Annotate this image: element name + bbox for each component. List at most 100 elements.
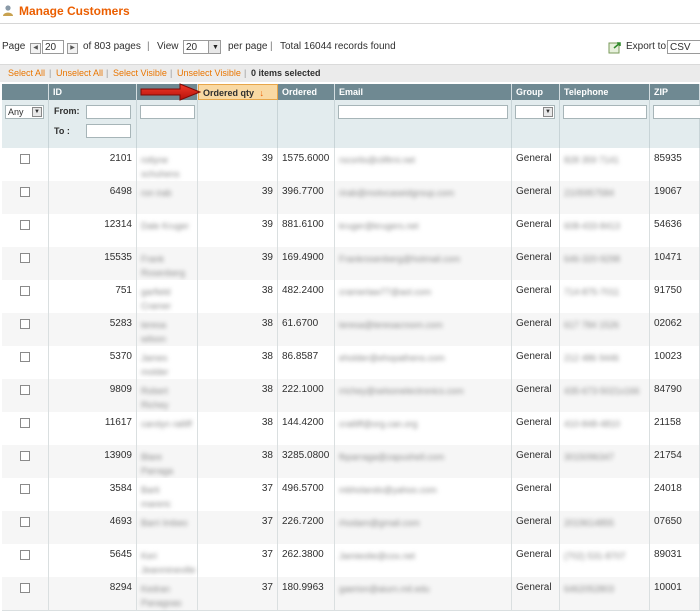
name-filter-input[interactable]	[140, 105, 195, 119]
row-checkbox[interactable]	[20, 220, 30, 230]
table-row[interactable]: 751 garfield Cramer 38 482.2400 cramerlaw77@a…	[2, 280, 700, 314]
table-row[interactable]: 8294 Kedran Panagoas 37 180.9963 gaerion@aiur…	[2, 577, 700, 611]
row-checkbox[interactable]	[20, 253, 30, 263]
prev-page-button[interactable]: ◀	[30, 43, 41, 54]
cell-group-text: General	[516, 153, 552, 164]
row-checkbox[interactable]	[20, 319, 30, 329]
row-checkbox[interactable]	[20, 517, 30, 527]
row-checkbox[interactable]	[20, 286, 30, 296]
id-from-input[interactable]	[86, 105, 131, 119]
cell-name-text: rotlyne	[141, 155, 169, 165]
cell-id: 2101	[49, 148, 137, 181]
cell-ordered-text: 1575.6000	[282, 153, 330, 164]
column-header-id[interactable]: ID	[49, 84, 137, 100]
cell-qty: 39	[198, 181, 278, 214]
cell-qty-text: 38	[261, 285, 273, 296]
cell-group: General	[512, 214, 560, 247]
id-to-input[interactable]	[86, 124, 131, 138]
cell-email-text: cramerlaw77@aol.com	[339, 287, 432, 297]
cell-id-text: 9809	[109, 384, 132, 395]
cell-tel-text: (702) 531-8707	[564, 551, 626, 561]
cell-name-text: ron irab	[141, 188, 172, 198]
cell-massaction	[2, 379, 49, 412]
massaction-filter-select[interactable]: Any ▼	[5, 105, 44, 119]
table-row[interactable]: 6498 ron irab 39 396.7700 rirab@motvcaseidgr…	[2, 181, 700, 215]
cell-name: Keri Jeanmineville	[137, 544, 198, 577]
cell-name: rotlyne schuhens	[137, 148, 198, 181]
filter-cell-group: ▼	[512, 100, 560, 148]
cell-name-text: carolyn ratliff	[141, 419, 192, 429]
unselect-visible-link[interactable]: Unselect Visible	[177, 68, 241, 78]
cell-name-text: Kedran	[141, 584, 171, 594]
column-header-email[interactable]: Email	[335, 84, 512, 100]
cell-group-text: General	[516, 450, 552, 461]
column-header-ordered-qty-label: Ordered qty	[203, 88, 255, 98]
filter-cell-name	[137, 100, 198, 148]
page-input[interactable]: 20	[42, 40, 64, 54]
telephone-filter-input[interactable]	[563, 105, 647, 119]
table-row[interactable]: 5645 Keri Jeanmineville 37 262.3800 Jamieolie…	[2, 544, 700, 578]
cell-tel-text: 828 359 7141	[564, 155, 620, 165]
select-all-link[interactable]: Select All	[8, 68, 45, 78]
table-row[interactable]: 13909 Blare Parraga 38 3285.0800 fbparraga@za…	[2, 445, 700, 479]
cell-group-text: General	[516, 582, 552, 593]
row-checkbox[interactable]	[20, 385, 30, 395]
row-checkbox[interactable]	[20, 451, 30, 461]
table-row[interactable]: 5370 James molder 38 86.8587 eholder@ehopathe…	[2, 346, 700, 380]
cell-group: General	[512, 445, 560, 478]
table-row[interactable]: 3584 Barti mareric 37 496.5700 mbholando@yaho…	[2, 478, 700, 512]
row-checkbox[interactable]	[20, 484, 30, 494]
cell-name-text-line2: schuhens	[141, 169, 180, 179]
unselect-all-link[interactable]: Unselect All	[56, 68, 103, 78]
table-row[interactable]: 2101 rotlyne schuhens 39 1575.6000 rscorlis@c…	[2, 148, 700, 182]
cell-ordered-text: 396.7700	[282, 186, 324, 197]
cell-qty-text: 39	[261, 252, 273, 263]
cell-zip-text: 02062	[654, 318, 682, 329]
cell-tel: 212 486 9446	[560, 346, 650, 379]
row-checkbox[interactable]	[20, 583, 30, 593]
cell-email: rirab@motvcaseidgroup.com	[335, 181, 512, 214]
column-header-ordered[interactable]: Ordered	[278, 84, 335, 100]
filter-from-label: From:	[54, 106, 80, 116]
cell-id: 5370	[49, 346, 137, 379]
zip-filter-input[interactable]	[653, 105, 700, 119]
per-page-select[interactable]: 20 ▼	[183, 40, 221, 54]
select-visible-link[interactable]: Select Visible	[113, 68, 167, 78]
cell-group-text: General	[516, 549, 552, 560]
row-checkbox[interactable]	[20, 352, 30, 362]
table-row[interactable]: 15535 Frank Rosenberg 39 169.4900 Frankrosenb…	[2, 247, 700, 281]
cell-qty: 37	[198, 544, 278, 577]
massaction-bar: Select All | Unselect All | Select Visib…	[0, 64, 700, 82]
cell-email: cramerlaw77@aol.com	[335, 280, 512, 313]
row-checkbox[interactable]	[20, 550, 30, 560]
row-checkbox[interactable]	[20, 154, 30, 164]
cell-massaction	[2, 511, 49, 544]
cell-group: General	[512, 346, 560, 379]
cell-zip-text: 89031	[654, 549, 682, 560]
cell-group-text: General	[516, 417, 552, 428]
table-row[interactable]: 5283 teresa wilson 38 61.6700 teresa@teresacr…	[2, 313, 700, 347]
column-header-group[interactable]: Group	[512, 84, 560, 100]
cell-tel: 410-848-4810	[560, 412, 650, 445]
cell-ordered-text: 482.2400	[282, 285, 324, 296]
email-filter-input[interactable]	[338, 105, 508, 119]
table-row[interactable]: 11617 carolyn ratliff 38 144.4200 cratliff@o…	[2, 412, 700, 446]
cell-qty-text: 39	[261, 153, 273, 164]
export-select[interactable]: CSV	[667, 40, 700, 54]
next-page-button[interactable]: ▶	[67, 43, 78, 54]
cell-name: Kedran Panagoas	[137, 577, 198, 610]
cell-id: 8294	[49, 577, 137, 610]
table-row[interactable]: 12314 Dale Kruger 39 881.6100 kruger@krugers…	[2, 214, 700, 248]
column-header-ordered-qty[interactable]: Ordered qty ↓	[198, 84, 278, 100]
table-row[interactable]: 9809 Robert Richey 38 222.1000 rrichey@selson…	[2, 379, 700, 413]
column-header-zip[interactable]: ZIP	[650, 84, 700, 100]
cell-id-text: 8294	[109, 582, 132, 593]
cell-qty: 37	[198, 511, 278, 544]
column-header-telephone[interactable]: Telephone	[560, 84, 650, 100]
group-filter-select[interactable]: ▼	[515, 105, 555, 119]
cell-email-text: rscorlis@cliftrni.net	[339, 155, 416, 165]
row-checkbox[interactable]	[20, 418, 30, 428]
row-checkbox[interactable]	[20, 187, 30, 197]
red-pointer-arrow-icon	[140, 83, 202, 101]
table-row[interactable]: 4693 Barri Imbeo 37 226.7200 rhodam@gmail.co…	[2, 511, 700, 545]
